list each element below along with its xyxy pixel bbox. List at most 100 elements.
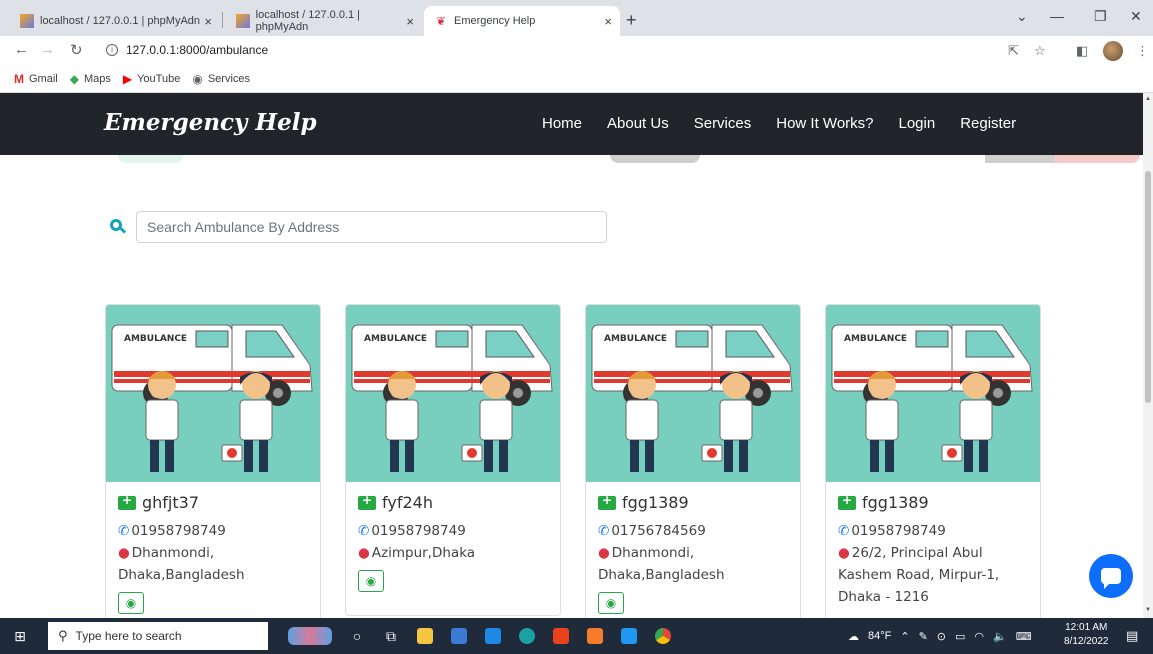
bookmark-label: Gmail: [29, 73, 58, 85]
site-navbar: Emergency Help Home About Us Services Ho…: [0, 93, 1143, 155]
xampp-icon[interactable]: [578, 624, 612, 648]
phpmyadmin-icon: [236, 14, 250, 28]
map-marker-icon: ●: [118, 545, 130, 561]
site-brand[interactable]: Emergency Help: [104, 109, 317, 136]
ambulance-illustration: AMBULANCE: [586, 305, 800, 482]
bookmark-maps[interactable]: ◆ Maps: [70, 72, 111, 86]
card-title: fgg1389: [598, 493, 788, 512]
battery-icon[interactable]: ▭: [955, 630, 965, 643]
ambulance-card: AMBULANCE ghfjt37 ✆01958798749 ●Dhanmond…: [105, 304, 321, 618]
nav-home[interactable]: Home: [542, 115, 582, 132]
page-viewport: Emergency Help Home About Us Services Ho…: [0, 93, 1143, 618]
page-scrollbar[interactable]: ▲ ▼: [1143, 93, 1153, 618]
taskbar-search-placeholder: Type here to search: [75, 629, 182, 643]
hero-image-fragment: [118, 155, 184, 163]
search-ambulance-input[interactable]: [136, 211, 607, 243]
nav-about-us[interactable]: About Us: [607, 115, 669, 132]
mail-icon[interactable]: [476, 624, 510, 648]
forward-icon[interactable]: →: [40, 41, 55, 58]
landscape-widget-icon[interactable]: [280, 624, 340, 648]
phone-number: 01958798749: [371, 523, 466, 539]
address-line: Dhaka,Bangladesh: [598, 564, 788, 586]
chevron-up-icon[interactable]: ⌃: [900, 630, 909, 643]
profile-avatar[interactable]: [1103, 41, 1123, 61]
view-details-button[interactable]: ◉: [598, 592, 624, 614]
reload-icon[interactable]: ↻: [70, 41, 83, 59]
restore-icon[interactable]: ❐: [1094, 8, 1107, 25]
back-icon[interactable]: ←: [14, 41, 29, 58]
nav-login[interactable]: Login: [899, 115, 936, 132]
close-tab-icon[interactable]: ×: [204, 14, 212, 29]
chat-button[interactable]: [1089, 554, 1133, 598]
nav-services[interactable]: Services: [694, 115, 752, 132]
weather-cloud-icon[interactable]: ☁: [848, 630, 859, 643]
file-explorer-icon[interactable]: [408, 624, 442, 648]
office-icon[interactable]: [544, 624, 578, 648]
phone-icon: ✆: [838, 523, 850, 539]
ambulance-truck-icon: [598, 493, 616, 510]
chrome-icon[interactable]: [646, 624, 680, 648]
close-tab-icon[interactable]: ×: [406, 14, 414, 29]
store-icon[interactable]: [442, 624, 476, 648]
address-text: 127.0.0.1:8000/ambulance: [126, 43, 269, 57]
ambulance-text: AMBULANCE: [124, 334, 187, 344]
side-panel-icon[interactable]: ◧: [1076, 43, 1088, 59]
address-bar[interactable]: i 127.0.0.1:8000/ambulance: [106, 43, 268, 57]
nav-how-it-works[interactable]: How It Works?: [776, 115, 873, 132]
map-marker-icon: ●: [838, 545, 850, 561]
tab-title: localhost / 127.0.0.1 | phpMyAdn: [40, 15, 201, 27]
address-text: Azimpur,Dhaka: [371, 545, 476, 561]
scrollbar-thumb[interactable]: [1145, 171, 1151, 403]
browser-toolbar: ← → ↻ i 127.0.0.1:8000/ambulance ⇱ ☆ ◧ ⋮: [0, 36, 1153, 66]
ambulance-card: AMBULANCE fyf24h ✆01958798749 ●Azimpur,D…: [345, 304, 561, 616]
bookmark-services[interactable]: ◉ Services: [192, 72, 250, 86]
bookmark-gmail[interactable]: M Gmail: [14, 72, 58, 86]
weather-temp[interactable]: 84°F: [868, 630, 891, 642]
keyboard-icon[interactable]: ⌨: [1016, 630, 1032, 643]
browser-tab-phpmyadmin-1[interactable]: localhost / 127.0.0.1 | phpMyAdn ×: [10, 6, 220, 36]
site-info-icon[interactable]: i: [106, 44, 118, 56]
new-tab-icon[interactable]: +: [626, 10, 637, 31]
view-details-button[interactable]: ◉: [118, 592, 144, 614]
bookmark-youtube[interactable]: ▶ YouTube: [123, 72, 180, 86]
vscode-icon[interactable]: [612, 624, 646, 648]
address-text: Kashem Road, Mirpur-1,: [838, 567, 1000, 583]
windows-start-icon[interactable]: ⊞: [0, 628, 40, 645]
network-icon[interactable]: ⊙: [937, 630, 946, 643]
scroll-up-icon[interactable]: ▲: [1145, 96, 1151, 102]
share-icon[interactable]: ⇱: [1008, 43, 1019, 59]
gmail-icon: M: [14, 72, 24, 86]
browser-tab-phpmyadmin-2[interactable]: localhost / 127.0.0.1 | phpMyAdn ×: [226, 6, 422, 36]
close-window-icon[interactable]: ✕: [1130, 8, 1142, 25]
volume-icon[interactable]: 🔈: [993, 630, 1007, 643]
wifi-icon[interactable]: ◠: [974, 630, 984, 643]
phone-line: ✆ 01756784569: [598, 520, 788, 542]
taskbar-search[interactable]: ⚲ Type here to search: [48, 622, 268, 650]
view-details-button[interactable]: ◉: [358, 570, 384, 592]
bookmark-label: YouTube: [137, 73, 181, 85]
minimize-icon[interactable]: —: [1050, 8, 1064, 24]
tab-title: localhost / 127.0.0.1 | phpMyAdn: [255, 9, 361, 33]
address-text: Dhaka,Bangladesh: [598, 567, 725, 583]
search-icon: ⚲: [58, 628, 68, 643]
ambulance-truck-icon: [838, 493, 856, 510]
edge-icon[interactable]: [510, 624, 544, 648]
globe-icon: ◉: [192, 72, 203, 86]
phone-line: ✆ 01958798749: [118, 520, 308, 542]
eye-icon: ◉: [365, 574, 377, 588]
browser-tab-emergency-help[interactable]: ❦ Emergency Help ×: [424, 6, 620, 36]
address-line: ● Dhanmondi,: [598, 542, 788, 564]
tab-search-chevron-icon[interactable]: ⌄: [1016, 8, 1028, 25]
bookmark-label: Maps: [83, 73, 111, 85]
nav-register[interactable]: Register: [960, 115, 1016, 132]
task-view-icon[interactable]: ⧉: [374, 624, 408, 648]
bookmark-star-icon[interactable]: ☆: [1034, 43, 1046, 59]
cortana-icon[interactable]: ○: [340, 624, 374, 648]
search-bar: [110, 211, 607, 243]
scroll-down-icon[interactable]: ▼: [1145, 607, 1151, 613]
notification-icon[interactable]: ▤: [1126, 628, 1138, 644]
close-tab-icon[interactable]: ×: [604, 14, 612, 29]
browser-menu-icon[interactable]: ⋮: [1136, 43, 1149, 59]
taskbar-clock[interactable]: 12:01 AM 8/12/2022: [1064, 621, 1109, 649]
pen-icon[interactable]: ✎: [919, 630, 928, 643]
